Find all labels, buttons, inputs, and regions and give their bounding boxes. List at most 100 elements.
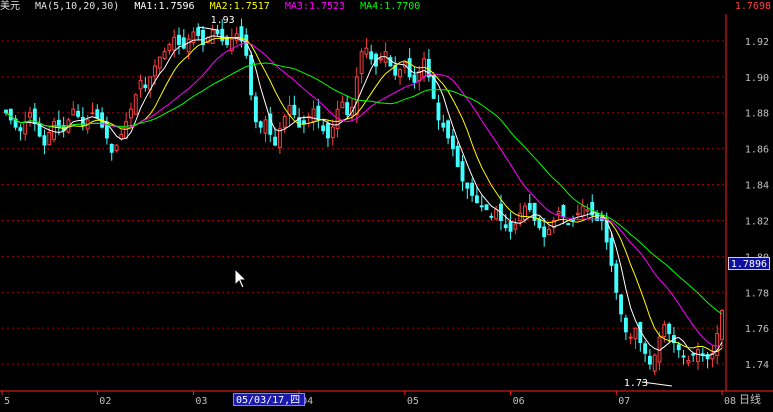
candle-body — [547, 228, 551, 236]
candle-body — [321, 125, 326, 132]
candle-body — [364, 47, 369, 55]
kline-chart[interactable]: 1.921.901.881.861.841.821.801.781.761.74… — [0, 0, 773, 408]
candle-body — [556, 210, 561, 215]
candle-body — [316, 105, 321, 121]
low-annotation-label: 1.73 — [624, 378, 648, 389]
candle-body — [95, 109, 100, 119]
y-tick-label: 1.90 — [745, 73, 769, 84]
candle-body — [667, 323, 672, 335]
candle-body — [249, 55, 254, 96]
candle-body — [489, 215, 494, 218]
candle-body — [220, 28, 225, 42]
candle-body — [412, 74, 417, 83]
candle-body — [388, 57, 393, 67]
candle-body — [527, 203, 532, 211]
candle-body — [292, 104, 297, 116]
candle-body — [42, 135, 47, 146]
candle-body — [652, 354, 657, 372]
candle-body — [263, 119, 268, 134]
x-tick-label: 5 — [4, 396, 10, 407]
ma3-line — [5, 42, 723, 347]
candle-body — [720, 310, 724, 340]
candle-body — [494, 209, 499, 220]
candle-body — [157, 56, 162, 69]
candle-body — [196, 27, 201, 37]
candle-body — [52, 121, 56, 140]
candle-body — [446, 120, 451, 139]
x-tick-label: 07 — [618, 396, 630, 407]
candle-body — [460, 161, 465, 182]
candle-body — [503, 224, 508, 229]
candle-body — [378, 58, 383, 61]
mouse-pointer-icon — [234, 268, 248, 289]
x-tick-label: 05 — [407, 396, 419, 407]
candle-body — [662, 324, 667, 337]
candle-body — [124, 121, 129, 139]
candlestick-chart[interactable]: 1.921.901.881.861.841.821.801.781.761.74… — [0, 0, 773, 408]
candle-body — [696, 349, 700, 362]
indicator-label: MA(5,10,20,30) — [35, 1, 120, 12]
candle-body — [4, 109, 8, 114]
candle-body — [566, 223, 571, 226]
candle-body — [273, 136, 278, 146]
candle-body — [609, 237, 614, 266]
period-label[interactable]: 日线 — [739, 393, 761, 406]
candle-body — [369, 51, 374, 60]
candle-body — [162, 51, 167, 59]
candle-body — [181, 37, 186, 49]
high-annotation-label: 1.93 — [211, 15, 235, 26]
ma4-readout: MA4:1.7700 — [360, 1, 421, 12]
candle-body — [311, 108, 316, 123]
ma1-readout: MA1:1.7596 — [134, 1, 195, 12]
candle-body — [523, 205, 527, 220]
candle-body — [561, 205, 566, 218]
candle-body — [436, 102, 441, 121]
candle-body — [138, 79, 143, 90]
candle-body — [76, 110, 81, 117]
candle-body — [585, 209, 590, 212]
y-tick-label: 1.84 — [745, 181, 769, 192]
y-tick-label: 1.76 — [745, 324, 769, 335]
candle-body — [201, 29, 205, 46]
y-tick-label: 1.78 — [745, 288, 769, 299]
x-tick-label: 06 — [513, 396, 525, 407]
candle-body — [133, 94, 138, 115]
candle-body — [676, 344, 681, 351]
candle-body — [465, 182, 470, 189]
candle-body — [23, 121, 28, 135]
candle-body — [407, 58, 412, 78]
symbol-label: 美元 — [0, 1, 20, 12]
candle-body — [643, 343, 648, 354]
candle-body — [90, 112, 95, 115]
candle-body — [518, 212, 523, 221]
ma1-line — [5, 35, 723, 357]
candle-body — [398, 69, 402, 78]
candle-body — [628, 336, 633, 339]
candle-body — [114, 144, 119, 151]
candle-body — [715, 333, 720, 357]
candle-body — [470, 182, 475, 196]
x-tick-label: 08 — [724, 396, 736, 407]
ma2-readout: MA2:1.7517 — [209, 1, 270, 12]
candle-body — [28, 112, 32, 118]
candle-body — [691, 353, 696, 356]
candle-body — [330, 126, 335, 138]
candle-body — [441, 122, 446, 128]
candle-body — [354, 76, 359, 115]
candle-body — [253, 96, 258, 123]
candle-body — [623, 317, 628, 333]
candle-body — [455, 145, 460, 168]
candle-body — [633, 327, 638, 340]
candle-body — [153, 65, 157, 77]
candle-body — [484, 204, 489, 211]
candle-body — [580, 205, 585, 217]
candle-body — [686, 359, 691, 364]
candle-body — [575, 212, 580, 216]
ma3-readout: MA3:1.7523 — [284, 1, 346, 12]
candle-body — [508, 221, 513, 232]
candle-body — [167, 44, 172, 52]
candle-body — [172, 36, 177, 51]
candle-body — [186, 38, 191, 53]
y-tick-label: 1.86 — [745, 145, 769, 156]
candle-body — [513, 223, 518, 230]
